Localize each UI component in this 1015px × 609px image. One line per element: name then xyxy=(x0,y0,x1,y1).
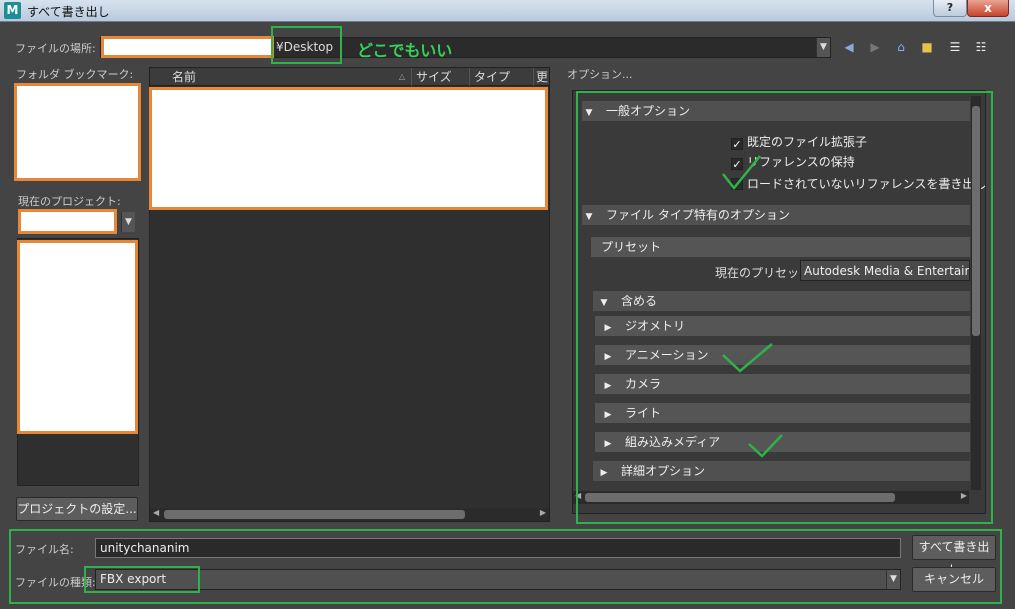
new-folder-icon[interactable]: ■ xyxy=(920,40,934,54)
home-icon[interactable]: ⌂ xyxy=(894,40,908,54)
location-label: ファイルの場所: xyxy=(15,42,96,55)
help-button[interactable]: ? xyxy=(933,0,967,17)
project-settings-button[interactable]: プロジェクトの設定... xyxy=(16,497,138,521)
file-list-hscrollbar[interactable]: ◀ ▶ xyxy=(150,508,549,521)
bookmarks-list-redacted xyxy=(14,83,141,181)
cancel-button[interactable]: キャンセル xyxy=(912,567,996,592)
project-label: 現在のプロジェクト: xyxy=(18,195,121,208)
filetype-select[interactable]: FBX export xyxy=(95,569,901,590)
project-dropdown-arrow[interactable]: ▼ xyxy=(121,212,135,232)
filename-input[interactable]: unitychananim xyxy=(95,538,901,558)
annotation-checkmark-icon xyxy=(722,343,773,373)
file-list-header: 名前 △ サイズ タイプ 更 xyxy=(150,68,549,86)
filetype-dropdown-arrow[interactable]: ▼ xyxy=(886,570,900,589)
export-all-button[interactable]: すべて書き出し xyxy=(912,535,996,577)
sort-asc-icon: △ xyxy=(398,72,405,81)
bookmarks-label: フォルダ ブックマーク: xyxy=(16,68,134,81)
filename-label: ファイル名: xyxy=(15,543,74,556)
location-annotation: どこでもいい xyxy=(357,41,453,60)
project-tree-redacted xyxy=(17,240,138,434)
options-title: オプション... xyxy=(567,68,633,81)
close-button[interactable]: x xyxy=(967,0,1009,17)
location-dropdown-arrow[interactable]: ▼ xyxy=(816,38,830,57)
detail-view-icon[interactable]: ☷ xyxy=(974,40,988,54)
project-combo-redacted[interactable] xyxy=(18,209,117,234)
annotation-checkmark-icon xyxy=(722,155,761,191)
scroll-left-icon[interactable]: ◀ xyxy=(153,508,159,517)
maya-app-icon: M xyxy=(4,2,21,19)
title-bar: M すべて書き出し ? x xyxy=(0,0,1015,22)
filename-value: unitychananim xyxy=(100,541,190,555)
column-size[interactable]: サイズ xyxy=(412,68,470,86)
location-highlight xyxy=(271,26,342,64)
column-modified[interactable]: 更 xyxy=(534,68,549,86)
column-name[interactable]: 名前 △ xyxy=(168,68,412,86)
list-view-icon[interactable]: ☰ xyxy=(948,40,962,54)
back-icon[interactable]: ◀ xyxy=(842,40,856,54)
scroll-right-icon[interactable]: ▶ xyxy=(540,508,546,517)
file-list-content-redacted xyxy=(149,87,548,210)
forward-icon[interactable]: ▶ xyxy=(868,40,882,54)
column-type[interactable]: タイプ xyxy=(470,68,534,86)
annotation-checkmark-icon xyxy=(748,434,783,458)
location-path-redacted xyxy=(101,36,274,58)
options-highlight xyxy=(576,91,993,524)
column-name-label: 名前 xyxy=(172,70,197,84)
filetype-highlight xyxy=(84,566,200,593)
window-title: すべて書き出し xyxy=(27,5,110,19)
